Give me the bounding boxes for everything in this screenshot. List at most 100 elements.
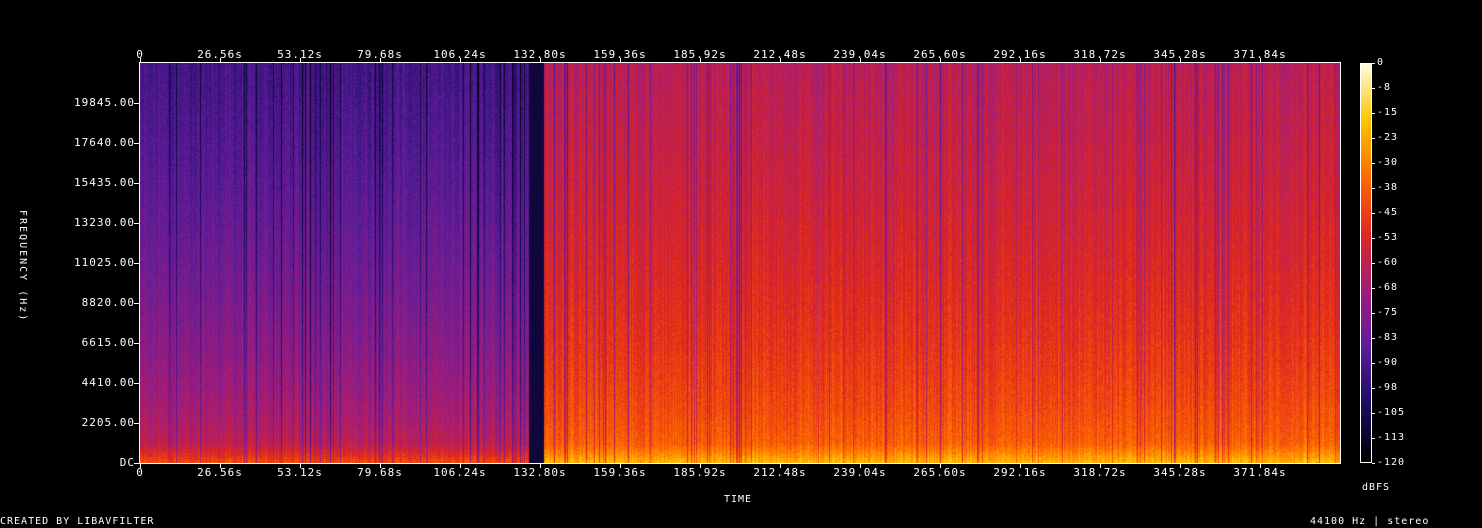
x-tick-mark-bottom: [1180, 464, 1181, 468]
x-tick-mark-top: [940, 58, 941, 62]
colorbar-tick-mark: [1372, 138, 1375, 139]
y-tick-mark: [134, 463, 139, 464]
x-tick-label-bottom: 212.48s: [753, 466, 807, 479]
colorbar: [1360, 63, 1372, 463]
colorbar-tick-mark: [1372, 413, 1375, 414]
x-axis-label: TIME: [724, 494, 753, 505]
colorbar-tick-mark: [1372, 238, 1375, 239]
x-tick-label-bottom: 345.28s: [1153, 466, 1207, 479]
x-tick-mark-top: [1260, 58, 1261, 62]
x-tick-mark-top: [1020, 58, 1021, 62]
colorbar-tick-mark: [1372, 438, 1375, 439]
x-tick-mark-bottom: [940, 464, 941, 468]
y-tick-label: 2205.00: [81, 416, 135, 429]
x-tick-mark-top: [540, 58, 541, 62]
y-axis-label: FREQUENCY (Hz): [17, 210, 28, 323]
x-tick-mark-bottom: [220, 464, 221, 468]
colorbar-tick-label: -8: [1377, 82, 1392, 93]
x-tick-mark-top: [860, 58, 861, 62]
colorbar-tick-label: -98: [1377, 382, 1399, 393]
colorbar-tick-mark: [1372, 338, 1375, 339]
y-tick-label: DC: [119, 456, 135, 469]
colorbar-tick-label: -38: [1377, 182, 1399, 193]
x-tick-mark-bottom: [1020, 464, 1021, 468]
colorbar-tick-mark: [1372, 363, 1375, 364]
x-tick-mark-bottom: [620, 464, 621, 468]
x-tick-label-bottom: 185.92s: [673, 466, 727, 479]
x-tick-mark-top: [300, 58, 301, 62]
colorbar-tick-label: -53: [1377, 232, 1399, 243]
y-tick-label: 13230.00: [74, 216, 135, 229]
y-tick-mark: [134, 343, 139, 344]
x-tick-label-bottom: 292.16s: [993, 466, 1047, 479]
x-tick-label-bottom: 26.56s: [197, 466, 243, 479]
x-tick-mark-top: [780, 58, 781, 62]
x-tick-label-bottom: 53.12s: [277, 466, 323, 479]
x-tick-mark-bottom: [140, 464, 141, 468]
y-tick-mark: [134, 303, 139, 304]
colorbar-tick-mark: [1372, 88, 1375, 89]
x-tick-mark-bottom: [380, 464, 381, 468]
y-tick-label: 6615.00: [81, 336, 135, 349]
x-tick-label-bottom: 79.68s: [357, 466, 403, 479]
spectrogram-plot: [140, 63, 1340, 463]
x-tick-label-bottom: 159.36s: [593, 466, 647, 479]
x-tick-mark-bottom: [860, 464, 861, 468]
x-tick-mark-bottom: [460, 464, 461, 468]
x-tick-label-bottom: 239.04s: [833, 466, 887, 479]
x-tick-mark-top: [620, 58, 621, 62]
colorbar-tick-mark: [1372, 288, 1375, 289]
colorbar-tick-label: -120: [1377, 457, 1406, 468]
y-tick-mark: [134, 103, 139, 104]
y-tick-label: 19845.00: [74, 96, 135, 109]
y-tick-label: 8820.00: [81, 296, 135, 309]
x-tick-mark-top: [460, 58, 461, 62]
colorbar-tick-label: -68: [1377, 282, 1399, 293]
x-tick-label-bottom: 265.60s: [913, 466, 967, 479]
x-tick-mark-top: [700, 58, 701, 62]
y-tick-mark: [134, 383, 139, 384]
colorbar-tick-label: -113: [1377, 432, 1406, 443]
colorbar-tick-mark: [1372, 388, 1375, 389]
colorbar-tick-mark: [1372, 113, 1375, 114]
x-tick-mark-bottom: [700, 464, 701, 468]
x-tick-label-bottom: 318.72s: [1073, 466, 1127, 479]
colorbar-tick-mark: [1372, 313, 1375, 314]
colorbar-tick-mark: [1372, 463, 1375, 464]
colorbar-tick-label: -23: [1377, 132, 1399, 143]
colorbar-tick-label: 0: [1377, 57, 1385, 68]
y-tick-mark: [134, 423, 139, 424]
y-tick-mark: [134, 223, 139, 224]
x-tick-label-bottom: 0: [136, 466, 144, 479]
colorbar-tick-label: -30: [1377, 157, 1399, 168]
footer-samplerate: 44100 Hz | stereo: [1310, 516, 1430, 527]
colorbar-tick-mark: [1372, 213, 1375, 214]
colorbar-tick-mark: [1372, 63, 1375, 64]
x-tick-mark-top: [1100, 58, 1101, 62]
y-tick-mark: [134, 263, 139, 264]
colorbar-tick-mark: [1372, 263, 1375, 264]
colorbar-tick-label: -75: [1377, 307, 1399, 318]
colorbar-tick-label: -105: [1377, 407, 1406, 418]
colorbar-tick-mark: [1372, 163, 1375, 164]
y-tick-label: 11025.00: [74, 256, 135, 269]
colorbar-tick-label: -83: [1377, 332, 1399, 343]
x-tick-mark-top: [220, 58, 221, 62]
x-tick-mark-bottom: [1260, 464, 1261, 468]
colorbar-tick-label: -90: [1377, 357, 1399, 368]
colorbar-tick-mark: [1372, 188, 1375, 189]
footer-credit: CREATED BY LIBAVFILTER: [0, 516, 155, 527]
x-tick-mark-top: [1180, 58, 1181, 62]
x-tick-label-bottom: 132.80s: [513, 466, 567, 479]
y-tick-label: 4410.00: [81, 376, 135, 389]
x-tick-mark-bottom: [1100, 464, 1101, 468]
colorbar-tick-label: -45: [1377, 207, 1399, 218]
colorbar-label: dBFS: [1362, 482, 1391, 493]
x-tick-mark-bottom: [540, 464, 541, 468]
x-tick-mark-top: [380, 58, 381, 62]
colorbar-tick-label: -60: [1377, 257, 1399, 268]
x-tick-mark-top: [140, 58, 141, 62]
x-tick-mark-bottom: [780, 464, 781, 468]
y-tick-mark: [134, 143, 139, 144]
y-tick-mark: [134, 183, 139, 184]
